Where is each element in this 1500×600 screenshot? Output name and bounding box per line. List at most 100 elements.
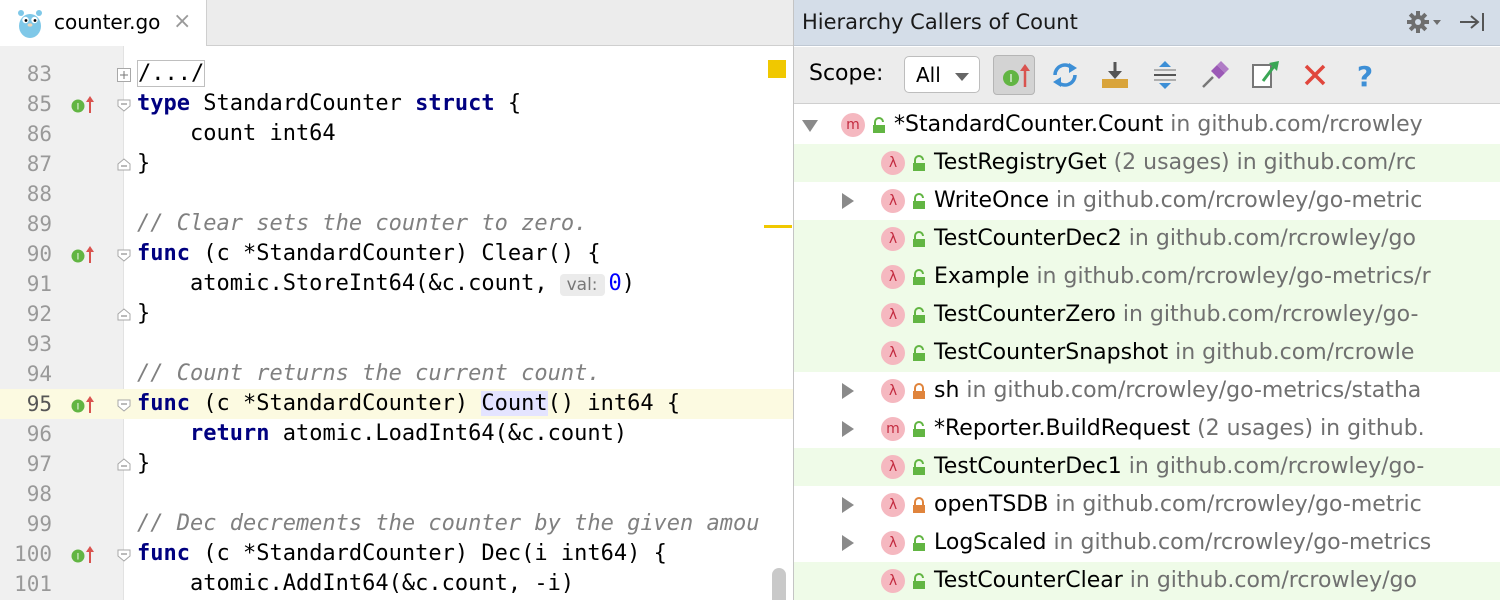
fold-collapse-icon[interactable] — [116, 397, 132, 413]
line-number: 85 — [26, 92, 52, 116]
function-icon: λ — [881, 493, 905, 517]
method-icon: m — [881, 417, 905, 441]
call-hierarchy-tree[interactable]: m *StandardCounter.Count in github.com/rc… — [794, 106, 1500, 600]
code-line: 87 } — [0, 149, 793, 179]
caller-name: TestCounterZero — [934, 302, 1116, 327]
hierarchy-panel: Hierarchy Callers of Count Scope: All I — [793, 0, 1500, 600]
caller-name: openTSDB — [934, 492, 1049, 517]
collapsed-arrow-icon[interactable] — [842, 497, 854, 513]
implements-interface-icon[interactable]: I — [70, 95, 96, 115]
fold-end-icon[interactable] — [116, 307, 132, 323]
tree-row[interactable]: λ TestCounterDec1 in github.com/rcrowley/… — [794, 448, 1500, 486]
line-number: 88 — [26, 182, 52, 206]
scope-select[interactable]: All — [904, 56, 980, 93]
tab-close-icon[interactable]: × — [173, 9, 191, 34]
implements-interface-icon[interactable]: I — [70, 395, 96, 415]
tree-row[interactable]: λ TestRegistryGet (2 usages) in github.co… — [794, 144, 1500, 182]
method-icon: m — [841, 113, 865, 137]
implements-interface-icon[interactable]: I — [70, 245, 96, 265]
tree-row[interactable]: λ TestCounterClear in github.com/rcrowley… — [794, 562, 1500, 600]
implementations-button[interactable]: I — [993, 55, 1035, 95]
hide-panel-icon[interactable] — [1458, 10, 1488, 34]
tree-row[interactable]: λ LogScaled in github.com/rcrowley/go-met… — [794, 524, 1500, 562]
tab-title: counter.go — [54, 10, 161, 34]
folded-code-block[interactable]: /.../ — [137, 60, 206, 87]
implements-interface-icon[interactable]: I — [70, 545, 96, 565]
tree-row[interactable]: λ TestCounterZero in github.com/rcrowley/… — [794, 296, 1500, 334]
inspection-status-icon[interactable] — [768, 60, 786, 78]
code-text: func (c *StandardCounter) Clear() { — [137, 241, 601, 266]
code-line: 83 /.../ — [0, 59, 793, 89]
public-unlock-icon — [913, 535, 925, 551]
jump-to-source-button[interactable] — [1244, 55, 1286, 95]
collapsed-arrow-icon[interactable] — [842, 383, 854, 399]
fold-collapse-icon[interactable] — [116, 247, 132, 263]
collapsed-arrow-icon[interactable] — [842, 535, 854, 551]
tree-row[interactable]: m *Reporter.BuildRequest (2 usages) in gi… — [794, 410, 1500, 448]
refresh-button[interactable] — [1044, 55, 1086, 95]
tree-row[interactable]: λ WriteOnce in github.com/rcrowley/go-met… — [794, 182, 1500, 220]
caller-name: Example — [934, 264, 1030, 289]
function-icon: λ — [881, 341, 905, 365]
chevron-down-icon — [955, 73, 969, 81]
line-number: 96 — [26, 422, 52, 446]
line-number: 100 — [14, 542, 52, 566]
public-unlock-icon — [913, 345, 925, 361]
fold-collapse-icon[interactable] — [116, 547, 132, 563]
code-text: } — [137, 301, 151, 326]
tree-row-label: *Reporter.BuildRequest (2 usages) in git… — [934, 410, 1425, 448]
code-line: 101 atomic.AddInt64(&c.count, -i) — [0, 569, 793, 599]
line-number: 97 — [26, 452, 52, 476]
tree-row-label: TestCounterDec2 in github.com/rcrowley/g… — [934, 220, 1416, 258]
close-button[interactable] — [1294, 55, 1336, 95]
line-number: 87 — [26, 152, 52, 176]
tree-row[interactable]: λ Example in github.com/rcrowley/go-metri… — [794, 258, 1500, 296]
tree-row-label: TestCounterZero in github.com/rcrowley/g… — [934, 296, 1418, 334]
code-lines: 83 /.../ 85 I type StandardCounter struc… — [0, 59, 793, 599]
function-icon: λ — [881, 227, 905, 251]
line-number: 86 — [26, 122, 52, 146]
line-number: 94 — [26, 362, 52, 386]
pin-button[interactable] — [1194, 55, 1236, 95]
code-line: 94 // Count returns the current count. — [0, 359, 793, 389]
code-line: 98 — [0, 479, 793, 509]
editor-tab-bar: counter.go × — [0, 0, 793, 46]
code-editor[interactable]: counter.go × 83 /.../ 85 I type Standard… — [0, 0, 793, 600]
fold-expand-icon[interactable] — [116, 67, 132, 83]
code-text: func (c *StandardCounter) Count() int64 … — [137, 391, 681, 416]
jump-to-source-icon — [1252, 61, 1279, 88]
highlighted-symbol[interactable]: Count — [481, 391, 548, 416]
code-text: } — [137, 151, 151, 176]
function-icon: λ — [881, 379, 905, 403]
tree-row[interactable]: λ TestCounterSnapshot in github.com/rcrow… — [794, 334, 1500, 372]
package-location: in github. — [1313, 416, 1425, 441]
tab-counter-go[interactable]: counter.go × — [0, 0, 207, 46]
help-button[interactable]: ? — [1344, 55, 1386, 95]
svg-text:I: I — [77, 403, 80, 413]
editor-scrollbar[interactable] — [772, 568, 786, 600]
scope-label: Scope: — [809, 61, 884, 86]
function-icon: λ — [881, 455, 905, 479]
close-icon — [1304, 64, 1326, 86]
fold-end-icon[interactable] — [116, 457, 132, 473]
error-stripe-marker[interactable] — [764, 225, 792, 228]
tree-row[interactable]: λ openTSDB in github.com/rcrowley/go-metr… — [794, 486, 1500, 524]
tree-row[interactable]: λ sh in github.com/rcrowley/go-metrics/st… — [794, 372, 1500, 410]
line-number: 93 — [26, 332, 52, 356]
collapsed-arrow-icon[interactable] — [842, 193, 854, 209]
code-line: 88 — [0, 179, 793, 209]
public-unlock-icon — [913, 193, 925, 209]
gear-icon[interactable] — [1404, 8, 1444, 36]
tree-row[interactable]: λ TestCounterDec2 in github.com/rcrowley/… — [794, 220, 1500, 258]
code-line: 89 // Clear sets the counter to zero. — [0, 209, 793, 239]
code-line: 85 I type StandardCounter struct { — [0, 89, 793, 119]
collapsed-arrow-icon[interactable] — [842, 421, 854, 437]
expanded-arrow-icon[interactable] — [802, 120, 818, 132]
fold-collapse-icon[interactable] — [116, 97, 132, 113]
tree-row[interactable]: m *StandardCounter.Count in github.com/rc… — [794, 106, 1500, 144]
export-button[interactable] — [1094, 55, 1136, 95]
expand-all-button[interactable] — [1144, 55, 1186, 95]
function-icon: λ — [881, 531, 905, 555]
tree-row-label: sh in github.com/rcrowley/go-metrics/sta… — [934, 372, 1421, 410]
fold-end-icon[interactable] — [116, 157, 132, 173]
